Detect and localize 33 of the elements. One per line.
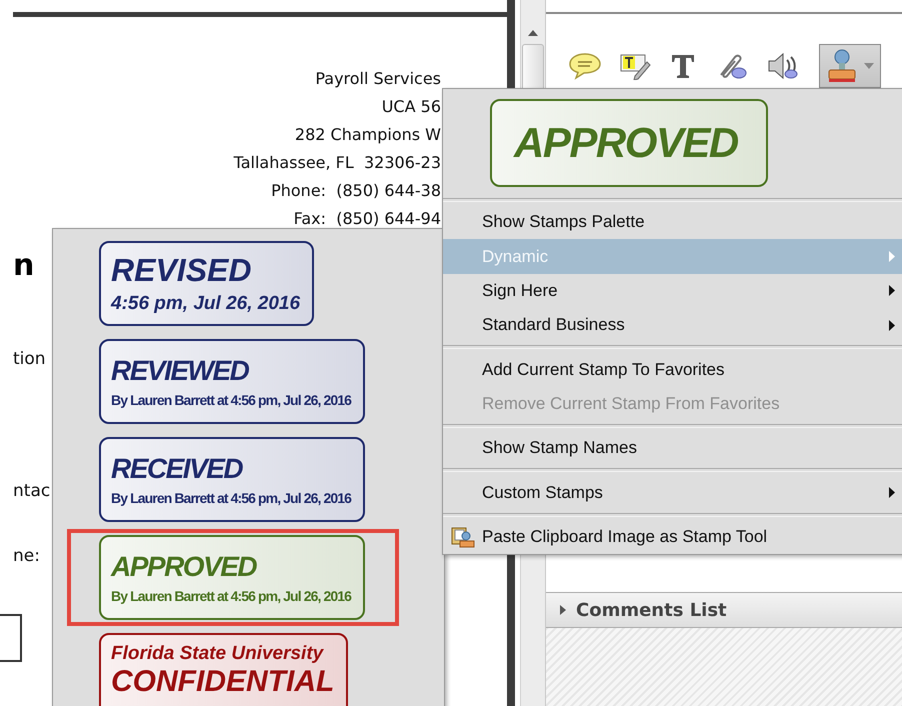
stamp-dynamic[interactable]: REVIEWED By Lauren Barrett at 4:56 pm, Jul 26, 2016 [99, 339, 365, 424]
menu-item[interactable]: Standard Business [443, 308, 902, 342]
stamp-dynamic[interactable]: APPROVED By Lauren Barrett at 4:56 pm, Jul 26, 2016 [99, 535, 365, 620]
form-label: ne: [13, 546, 40, 566]
form-label: tion [13, 349, 46, 369]
text-edit-icon[interactable] [619, 52, 653, 80]
scroll-up-icon[interactable] [528, 30, 538, 36]
stamp-dynamic[interactable]: RECEIVED By Lauren Barrett at 4:56 pm, Jul 26, 2016 [99, 437, 365, 522]
comments-list-header[interactable]: Comments List [546, 592, 902, 628]
caret-icon [864, 63, 874, 69]
stamp-tool-button[interactable] [819, 44, 881, 88]
menu-item[interactable]: Paste Clipboard Image as Stamp Tool [443, 520, 902, 554]
address-line: UCA 56 [382, 96, 441, 118]
expand-arrow-icon [560, 605, 566, 615]
address-line: 282 Champions W [294, 124, 441, 146]
stamp-dynamic[interactable]: REVISED 4:56 pm, Jul 26, 2016 [99, 241, 314, 326]
menu-item[interactable]: Show Stamp Names [443, 431, 902, 466]
address-line: Phone: (850) 644-38 [271, 180, 441, 202]
comment-bubble-icon[interactable] [568, 52, 602, 80]
address-line: Tallahassee, FL 32306-23 [234, 152, 441, 174]
form-label: ntac [13, 481, 50, 501]
clipboard-stamp-icon [451, 526, 475, 548]
stamp-icon [826, 48, 858, 84]
stamp-confidential[interactable]: Florida State University CONFIDENTIAL [99, 633, 348, 706]
form-heading: n [13, 248, 34, 283]
stamp-preview[interactable]: APPROVED [490, 99, 768, 187]
address-line: Fax: (850) 644-94 [294, 208, 441, 230]
menu-item[interactable]: Sign Here [443, 274, 902, 308]
menu-item[interactable]: Add Current Stamp To Favorites [443, 352, 902, 387]
address-line: Payroll Services [315, 68, 441, 90]
menu-item[interactable]: Show Stamps Palette [443, 204, 902, 240]
menu-item[interactable]: Custom Stamps [443, 475, 902, 510]
text-tool-icon[interactable] [670, 52, 696, 80]
